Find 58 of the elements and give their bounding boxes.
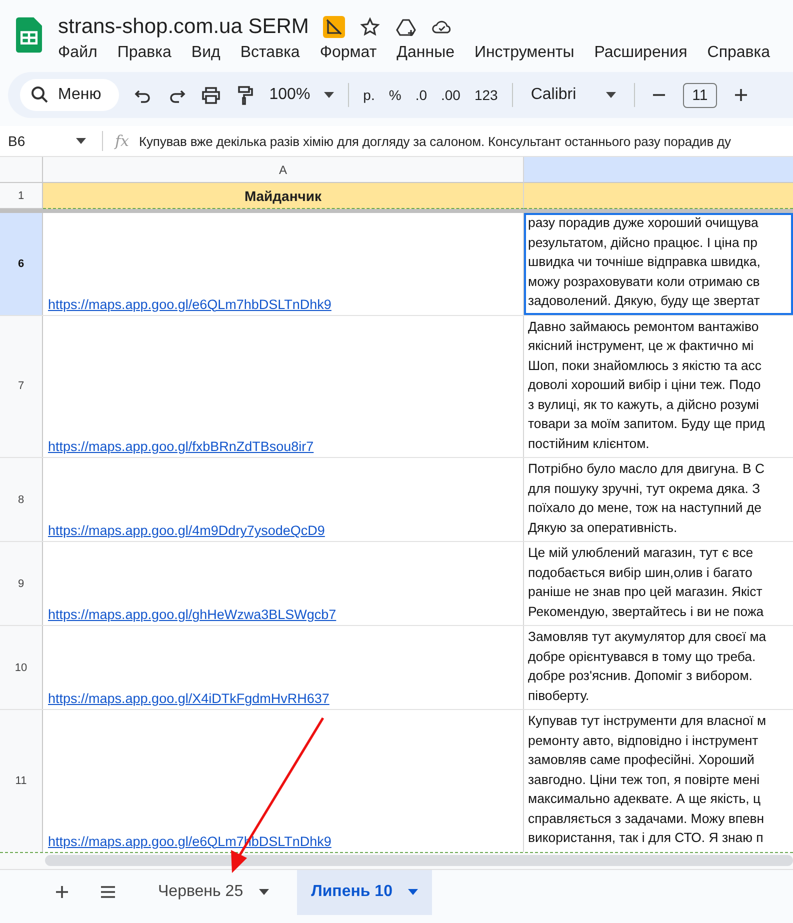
sheet-tab[interactable]: Червень 25 bbox=[144, 870, 284, 914]
column-header[interactable]: A bbox=[43, 157, 524, 183]
sheet-tab[interactable]: Липень 10 bbox=[297, 870, 432, 914]
map-link[interactable]: https://maps.app.goo.gl/ghHeWzwa3BLSWgcb7 bbox=[48, 607, 336, 622]
map-link[interactable]: https://maps.app.goo.gl/fxbBRnZdTBsou8ir7 bbox=[48, 439, 314, 454]
menu-item[interactable]: Формат bbox=[320, 42, 386, 64]
menu-item[interactable]: Расширения bbox=[594, 42, 696, 64]
review-cell: разу порадив дуже хороший очищува результатом, дійсно працює. І ціна пр швидка чи точніше відправка швидка, можу розраховувати коли отримаю св задоволений. Дякую, буду ще звертат bbox=[524, 213, 793, 314]
row-number[interactable]: 8 bbox=[0, 458, 43, 541]
review-cell-text: Давно займаюсь ремонтом вантажіво якісний інструмент, це ж фактично мі Шоп, поки знайомлюсь з якістю та асс доволі хороший вибір і ціни теж. Подо з вулиці, як то кажуть, а дійсно розумі товари за моїм запитом. Буду ще прид постійним клієнтом. bbox=[527, 318, 766, 452]
header-cell: Майданчик bbox=[43, 183, 524, 209]
scrollbar-thumb[interactable] bbox=[45, 854, 793, 866]
review-cell-text: Потрібно було масло для двигуна. В С для пошуку зручні, тут окрема дяка. З поїхало до мене, тож на наступний де Дякую за оперативність. bbox=[527, 460, 766, 537]
ruler-icon[interactable] bbox=[322, 16, 345, 38]
format-button[interactable]: .0 bbox=[415, 87, 427, 103]
row-number[interactable]: 9 bbox=[0, 542, 43, 625]
print-icon[interactable] bbox=[201, 85, 222, 105]
menu-item[interactable]: Вид bbox=[191, 42, 230, 64]
caret-icon bbox=[408, 889, 418, 895]
font-dropdown[interactable]: Calibri bbox=[526, 86, 620, 104]
map-link[interactable]: https://maps.app.goo.gl/4m9Ddry7ysodeQcD9 bbox=[48, 523, 325, 538]
paint-format-icon[interactable] bbox=[235, 85, 256, 105]
review-cell-text: Купував тут інструменти для власної м ремонту авто, відповідно і інструмент замовляв саме професійні. Хороший завгодно. Ціни теж топ, я повірте мені максимально адеквате. А ще якість, ц справляється з задачами. Можу впевн використання, так і для СТО. Я знаю п bbox=[527, 712, 768, 847]
review-cell-text: Замовляв тут акумулятор для своєї ма добре орієнтувався в тому що треба. добре роз'яснив. Допоміг з вибором. півоберту. bbox=[527, 628, 768, 705]
format-button[interactable]: % bbox=[388, 87, 402, 103]
drive-move-icon[interactable] bbox=[394, 16, 417, 38]
row-number[interactable]: 1 bbox=[0, 183, 43, 209]
format-button[interactable]: 123 bbox=[474, 87, 498, 103]
menu-search-button[interactable]: Меню bbox=[20, 79, 120, 111]
row-number[interactable]: 10 bbox=[0, 626, 43, 709]
zoom-dropdown[interactable]: 100% bbox=[269, 86, 334, 104]
cell-reference-box[interactable]: B6 bbox=[0, 133, 92, 149]
document-title[interactable]: strans-shop.com.ua SERM bbox=[58, 15, 309, 39]
formula-content[interactable]: Купував вже декілька разів хімію для догляду за салоном. Консультант останнього разу порадив ду bbox=[139, 134, 731, 148]
caret-icon bbox=[324, 92, 334, 98]
row-number[interactable]: 7 bbox=[0, 316, 43, 457]
map-link[interactable]: https://maps.app.goo.gl/X4iDTkFgdmHvRH637 bbox=[48, 691, 330, 706]
map-link[interactable]: https://maps.app.goo.gl/e6QLm7hbDSLTnDhk9 bbox=[48, 296, 332, 312]
review-cell-text: Це мій улюблений магазин, тут є все подобається вибір шин,олив і багато раніше не знав про цей магазин. Якіст Рекомендую, звертайтесь і ви не пожа bbox=[527, 544, 765, 621]
search-icon bbox=[30, 85, 50, 105]
menu-item[interactable]: Вставка bbox=[240, 42, 309, 64]
menu-item[interactable]: Файл bbox=[58, 42, 106, 64]
row-number[interactable]: 6 bbox=[0, 213, 43, 314]
menu-item[interactable]: Справка bbox=[707, 42, 780, 64]
caret-icon bbox=[606, 92, 616, 98]
format-button[interactable]: р. bbox=[363, 87, 375, 103]
format-button[interactable]: .00 bbox=[441, 87, 460, 103]
caret-icon bbox=[259, 889, 270, 895]
caret-icon bbox=[76, 138, 86, 144]
corner-cell[interactable] bbox=[0, 157, 43, 183]
star-icon[interactable] bbox=[358, 16, 381, 38]
menu-item[interactable]: Данные bbox=[396, 42, 464, 64]
row-number[interactable]: 11 bbox=[0, 710, 43, 852]
font-size-field[interactable]: 11 bbox=[683, 82, 717, 108]
sheets-logo-icon[interactable] bbox=[16, 17, 42, 53]
menu-item[interactable]: Инструменты bbox=[474, 42, 584, 64]
function-label: fx bbox=[115, 132, 130, 150]
menu-item[interactable]: Правка bbox=[117, 42, 180, 64]
